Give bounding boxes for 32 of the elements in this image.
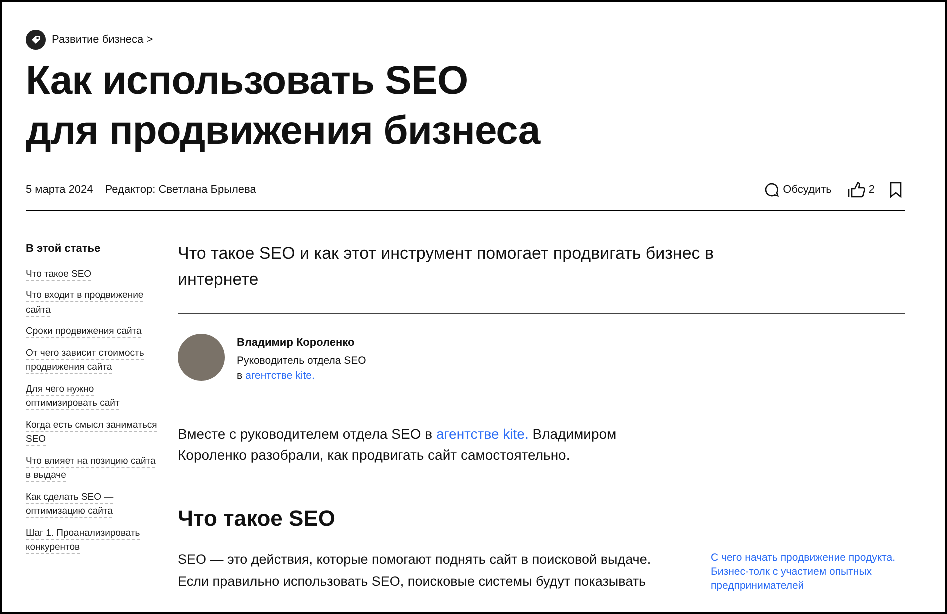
publish-date: 5 марта 2024 [26, 182, 94, 198]
avatar-placeholder [178, 334, 225, 381]
editor-name: Редактор: Светлана Брылева [105, 182, 256, 198]
toc-link[interactable]: Как сделать SEO — оптимизацию сайта [26, 490, 158, 520]
toc-link[interactable]: Шаг 1. Проанализировать конкурентов [26, 526, 158, 556]
toc-link[interactable]: Для чего нужно оптимизировать сайт [26, 382, 158, 412]
intro-paragraph: Вместе с руководителем отдела SEO в агентстве kite. Владимиром Короленко разобрали, как продвигать сайт самостоятельно. [178, 425, 618, 465]
toc-link[interactable]: Сроки продвижения сайта [26, 325, 158, 340]
author-prefix: в [237, 369, 243, 384]
section-heading: Что такое SEO [178, 505, 336, 533]
agency-link[interactable]: агентстве kite. [436, 426, 529, 442]
toc-link[interactable]: Когда есть смысл заниматься SEO [26, 418, 158, 448]
thumbs-up-icon [848, 181, 866, 199]
tag-icon [26, 30, 46, 50]
speech-bubble-icon [764, 182, 780, 198]
toc-link[interactable]: Что такое SEO [26, 268, 158, 282]
bookmark-button[interactable] [889, 182, 903, 198]
related-article-link[interactable]: С чего начать продвижение продукта. Бизнес-толк с участием опытных предпринимателей [711, 549, 896, 593]
author-role: Руководитель отдела SEO [237, 354, 366, 369]
breadcrumb-link[interactable]: Развитие бизнеса > [52, 32, 154, 48]
discuss-button[interactable]: Обсудить [764, 182, 832, 198]
toc-heading: В этой статье [26, 242, 102, 257]
article-title: Как использовать SEO для продвижения бизнеса [26, 58, 542, 155]
like-button[interactable]: 2 [848, 181, 875, 199]
article-lead: Что такое SEO и как этот инструмент помогает продвигать бизнес в интернете [178, 243, 716, 291]
body-paragraph: SEO — это действия, которые помогают поднять сайт в поисковой выдаче. Если правильно использовать SEO, поисковые системы будут показывать [178, 551, 652, 591]
toc-link[interactable]: От чего зависит стоимость продвижения сайта [26, 346, 158, 376]
author-name: Владимир Короленко [237, 336, 356, 351]
toc-link[interactable]: Что влияет на позицию сайта в выдаче [26, 454, 158, 484]
toc-link[interactable]: Что входит в продвижение сайта [26, 289, 158, 318]
agency-link[interactable]: агентстве kite. [246, 369, 315, 384]
bookmark-icon [889, 182, 903, 198]
